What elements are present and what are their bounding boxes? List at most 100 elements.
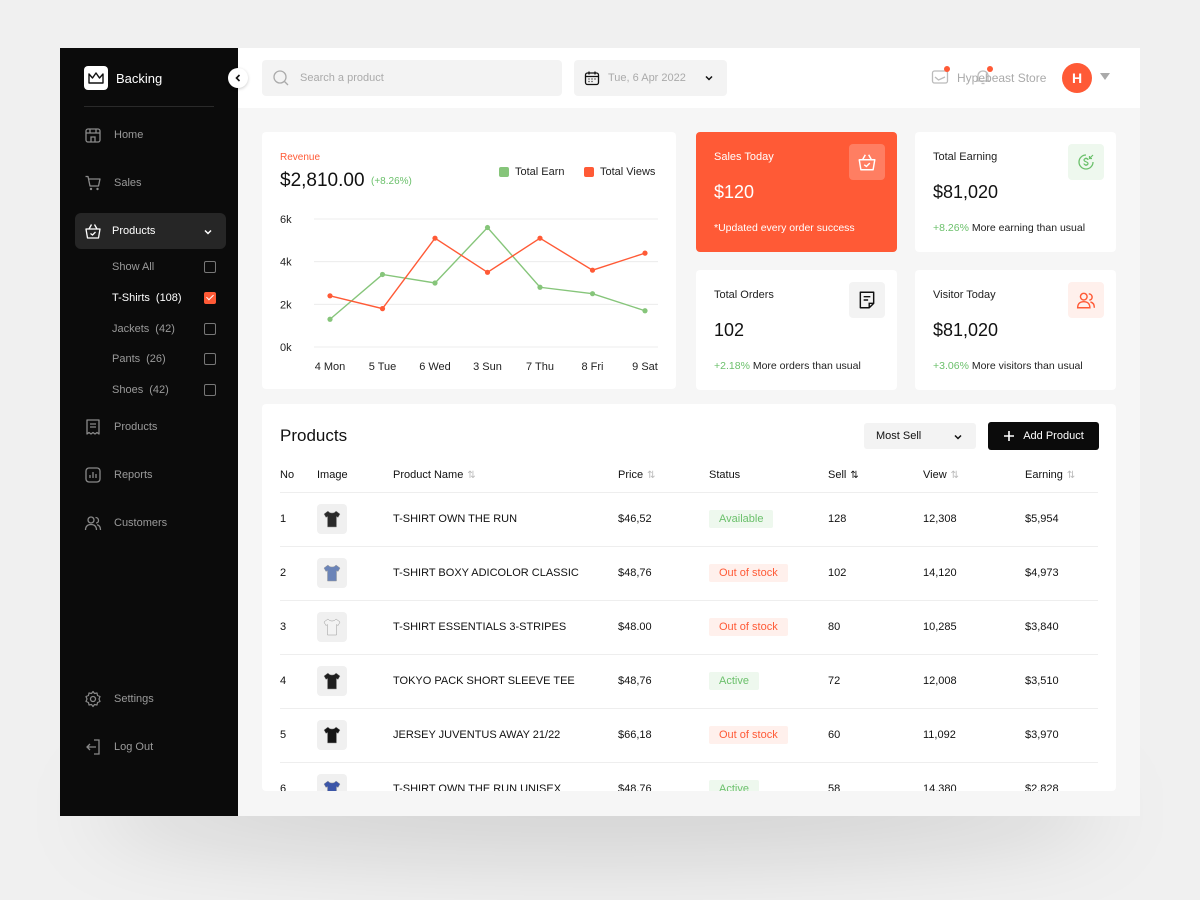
product-name[interactable]: JERSEY JUVENTUS AWAY 21/22	[393, 729, 560, 741]
product-thumbnail[interactable]	[317, 558, 347, 588]
filter-count: (108)	[155, 292, 182, 304]
users-icon	[84, 516, 102, 531]
caret-down-icon[interactable]	[1100, 73, 1110, 80]
filter-show-all[interactable]: Show All	[112, 261, 216, 275]
filter-checkbox-checked[interactable]	[204, 292, 216, 304]
sort-icon[interactable]: ⇅	[647, 470, 655, 481]
table-row[interactable]: 2 T-SHIRT BOXY ADICOLOR CLASSIC $48,76 Out …	[280, 546, 1098, 601]
sidebar-item-products[interactable]: Products	[84, 417, 157, 437]
product-thumbnail[interactable]	[317, 612, 347, 642]
product-name[interactable]: TOKYO PACK SHORT SLEEVE TEE	[393, 675, 575, 687]
data-point	[642, 308, 648, 314]
data-point	[642, 250, 648, 256]
cell-status: Active	[709, 654, 828, 709]
col-label: Earning	[1025, 468, 1063, 481]
col-header-status: Status	[709, 458, 828, 493]
brand-name: Backing	[116, 70, 163, 86]
cell-no: 6	[280, 762, 317, 791]
col-label: Status	[709, 468, 741, 481]
sidebar-item-reports[interactable]: Reports	[84, 465, 153, 485]
sidebar-item-settings[interactable]: Settings	[84, 689, 154, 709]
x-tick-label: 7 Thu	[526, 361, 554, 373]
sort-select[interactable]: Most Sell	[864, 423, 976, 449]
date-picker[interactable]: Tue, 6 Apr 2022	[574, 60, 727, 96]
product-name[interactable]: T-SHIRT OWN THE RUN UNISEX	[393, 783, 561, 791]
data-point	[484, 269, 491, 275]
sort-icon[interactable]: ⇅	[467, 470, 475, 481]
cell-price: $48,76	[618, 654, 709, 709]
product-sell: 80	[828, 621, 841, 633]
row-number: 6	[280, 783, 287, 791]
chevron-down-icon[interactable]	[202, 225, 214, 243]
product-thumbnail[interactable]	[317, 504, 347, 534]
product-view: 11,092	[923, 729, 956, 741]
filter-checkbox[interactable]	[204, 353, 216, 365]
status-badge: Active	[709, 780, 759, 791]
table-row[interactable]: 4 TOKYO PACK SHORT SLEEVE TEE $48,76 Active…	[280, 654, 1098, 709]
inbox-button[interactable]	[931, 66, 951, 88]
sort-icon[interactable]: ⇅	[1067, 470, 1075, 481]
col-header-earning[interactable]: Earning ⇅	[1025, 458, 1098, 493]
filter-label: Shoes	[112, 384, 144, 396]
store-name[interactable]: Hypebeast Store	[957, 71, 1046, 85]
sidebar-item-customers[interactable]: Customers	[84, 513, 167, 533]
col-header-product-name[interactable]: Product Name ⇅	[393, 458, 618, 493]
product-name[interactable]: T-SHIRT OWN THE RUN	[393, 513, 517, 525]
table-row[interactable]: 5 JERSEY JUVENTUS AWAY 21/22 $66,18 Out of …	[280, 708, 1098, 763]
crown-logo-icon	[84, 66, 108, 90]
total-earning-card: Total Earning $81,020 +8.26% More earnin…	[915, 132, 1116, 252]
table-row[interactable]: 3 T-SHIRT ESSENTIALS 3-STRIPES $48.00 Out o…	[280, 600, 1098, 655]
sort-icon[interactable]: ⇅	[850, 470, 858, 481]
cell-earning: $3,840	[1025, 600, 1098, 655]
filter-count: (26)	[146, 353, 166, 365]
product-sell: 72	[828, 675, 841, 687]
stat-value: 102	[714, 320, 745, 340]
search-box[interactable]	[262, 60, 562, 96]
chart-icon	[85, 467, 101, 483]
product-thumbnail[interactable]	[317, 774, 347, 791]
filter-tshirts[interactable]: T-Shirts (108)	[112, 292, 216, 306]
cell-earning: $2,828	[1025, 762, 1098, 791]
status-badge: Out of stock	[709, 726, 788, 744]
col-header-view[interactable]: View ⇅	[923, 458, 1025, 493]
tshirt-icon	[323, 672, 341, 690]
col-header-price[interactable]: Price ⇅	[618, 458, 709, 493]
sidebar-item-products-active[interactable]: Products	[75, 213, 226, 249]
product-thumbnail[interactable]	[317, 720, 347, 750]
search-input[interactable]	[300, 72, 540, 84]
sidebar-item-logout[interactable]: Log Out	[84, 737, 153, 757]
sidebar-item-home[interactable]: Home	[84, 125, 143, 145]
filter-checkbox[interactable]	[204, 261, 216, 273]
receipt-icon	[86, 419, 100, 435]
filter-checkbox[interactable]	[204, 384, 216, 396]
y-tick-label: 2k	[280, 299, 292, 311]
filter-checkbox[interactable]	[204, 323, 216, 335]
sort-icon[interactable]: ⇅	[951, 470, 959, 481]
store-icon	[85, 128, 101, 143]
product-view: 12,308	[923, 513, 957, 525]
avatar[interactable]: H	[1062, 63, 1092, 93]
products-card: Products Most Sell Add Product No Image …	[262, 404, 1116, 791]
product-earning: $3,840	[1025, 621, 1059, 633]
stat-title: Total Earning	[933, 151, 998, 163]
data-point	[537, 235, 543, 241]
data-point	[379, 271, 386, 278]
product-name[interactable]: T-SHIRT ESSENTIALS 3-STRIPES	[393, 621, 566, 633]
filter-pants[interactable]: Pants (26)	[112, 353, 216, 367]
cell-view: 11,092	[923, 708, 1025, 763]
filter-jackets[interactable]: Jackets (42)	[112, 323, 216, 337]
revenue-line-chart: 6k 4k 2k 0k 4 Mon 5 Tue 6 Wed 3 Sun 7 Thu 8 Fri 9 …	[280, 214, 658, 373]
cell-sell: 80	[828, 600, 923, 655]
product-earning: $3,970	[1025, 729, 1059, 741]
sidebar-item-sales[interactable]: Sales	[84, 173, 142, 193]
add-product-button[interactable]: Add Product	[988, 422, 1099, 450]
filter-shoes[interactable]: Shoes (42)	[112, 384, 216, 398]
table-row[interactable]: 1 T-SHIRT OWN THE RUN $46,52 Available 128 12…	[280, 492, 1098, 547]
data-point	[589, 267, 596, 273]
product-thumbnail[interactable]	[317, 666, 347, 696]
collapse-sidebar-button[interactable]	[228, 68, 248, 88]
brand[interactable]: Backing	[84, 66, 162, 90]
product-name[interactable]: T-SHIRT BOXY ADICOLOR CLASSIC	[393, 567, 579, 579]
col-header-sell[interactable]: Sell ⇅	[828, 458, 923, 493]
table-row[interactable]: 6 T-SHIRT OWN THE RUN UNISEX $48,76 Active 5…	[280, 762, 1098, 791]
